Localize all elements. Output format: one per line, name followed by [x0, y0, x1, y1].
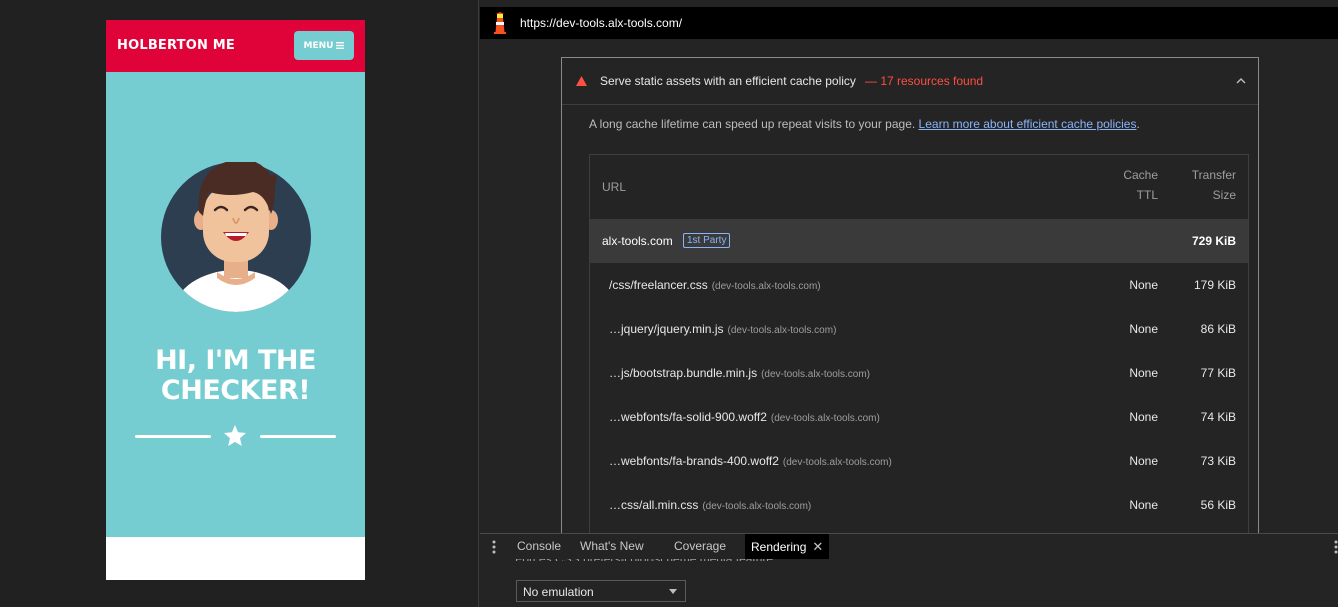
resource-url[interactable]: …webfonts/fa-solid-900.woff2 (dev-tools.a… [609, 410, 880, 424]
table-row[interactable]: /css/freelancer.css (dev-tools.alx-tools.… [590, 263, 1248, 307]
resource-cache-ttl: None [1129, 498, 1158, 512]
rendering-drawer-body: Forces CSS prefers-color-scheme media fe… [480, 553, 1338, 607]
divider-line-right [260, 435, 336, 438]
group-entity-name: alx-tools.com [602, 234, 673, 248]
resource-transfer-size: 73 KiB [1200, 454, 1236, 468]
audit-details-table: URL Cache TTL Transfer Size alx-tools.co… [589, 154, 1249, 544]
resource-transfer-size: 56 KiB [1200, 498, 1236, 512]
resource-url[interactable]: …js/bootstrap.bundle.min.js (dev-tools.al… [609, 366, 870, 380]
resource-cache-ttl: None [1129, 454, 1158, 468]
resource-origin: (dev-tools.alx-tools.com) [770, 413, 880, 424]
resource-path: /css/freelancer.css [609, 278, 708, 292]
tab-console[interactable]: Console [511, 534, 567, 559]
audit-description-end: . [1136, 117, 1140, 131]
resource-path: …jquery/jquery.min.js [609, 322, 724, 336]
site-navbar: HOLBERTON ME MENU [106, 20, 365, 72]
audit-description-text: A long cache lifetime can speed up repea… [589, 117, 916, 131]
menu-button[interactable]: MENU [294, 31, 354, 60]
resource-transfer-size: 86 KiB [1200, 322, 1236, 336]
select-value: No emulation [523, 585, 594, 599]
audit-title: Serve static assets with an efficient ca… [600, 74, 856, 88]
site-brand[interactable]: HOLBERTON ME [117, 38, 235, 53]
hero-title-line-2: CHECKER! [160, 375, 311, 406]
hero-title: HI, I'M THE CHECKER! [106, 346, 365, 406]
first-party-badge: 1st Party [683, 233, 731, 248]
menu-label: MENU [303, 40, 334, 51]
table-row[interactable]: …webfonts/fa-brands-400.woff2 (dev-tools.… [590, 439, 1248, 483]
table-row[interactable]: …js/bootstrap.bundle.min.js (dev-tools.al… [590, 351, 1248, 395]
resource-transfer-size: 74 KiB [1200, 410, 1236, 424]
audit-cache-policy: Serve static assets with an efficient ca… [561, 57, 1259, 544]
column-header-transfer-size: Transfer Size [1170, 165, 1236, 205]
audit-description: A long cache lifetime can speed up repea… [589, 117, 1140, 131]
tab-rendering[interactable]: Rendering ✕ [745, 534, 830, 559]
tab-rendering-label: Rendering [751, 540, 807, 554]
resource-cache-ttl: None [1129, 366, 1158, 380]
group-transfer-size: 729 KiB [1191, 234, 1236, 248]
divider-line-left [135, 435, 211, 438]
hamburger-icon [336, 42, 345, 49]
resource-origin: (dev-tools.alx-tools.com) [761, 369, 870, 380]
column-header-cache-ttl-line-2: TTL [1136, 188, 1158, 202]
resource-cache-ttl: None [1129, 410, 1158, 424]
tab-whats-new[interactable]: What's New [574, 534, 650, 559]
resource-url[interactable]: …webfonts/fa-brands-400.woff2 (dev-tools.… [609, 454, 892, 468]
column-header-url: URL [602, 180, 627, 194]
resource-url[interactable]: …css/all.min.css (dev-tools.alx-tools.com… [609, 498, 811, 512]
mobile-page-preview: HOLBERTON ME MENU HI, I'M THE CHECKER! [106, 20, 365, 580]
column-header-transfer-size-line-1: Transfer [1191, 168, 1236, 182]
color-scheme-select[interactable]: No emulation [516, 580, 686, 602]
resource-url[interactable]: /css/freelancer.css (dev-tools.alx-tools.… [609, 278, 821, 292]
avatar-illustration [161, 162, 311, 312]
resource-url[interactable]: …jquery/jquery.min.js (dev-tools.alx-tool… [609, 322, 836, 336]
column-header-cache-ttl: Cache TTL [1090, 165, 1158, 205]
lighthouse-url-bar: https://dev-tools.alx-tools.com/ [480, 7, 1338, 39]
resource-transfer-size: 179 KiB [1193, 278, 1236, 292]
resource-origin: (dev-tools.alx-tools.com) [702, 501, 812, 512]
column-header-transfer-size-line-2: Size [1212, 188, 1236, 202]
resource-origin: (dev-tools.alx-tools.com) [727, 325, 837, 336]
more-vertical-icon[interactable] [1334, 540, 1338, 554]
resource-origin: (dev-tools.alx-tools.com) [782, 457, 892, 468]
fail-triangle-icon [576, 76, 587, 86]
drawer-tab-bar: Console What's New Coverage Rendering ✕ [480, 533, 1338, 559]
learn-more-link[interactable]: Learn more about efficient cache policie… [919, 117, 1137, 131]
resource-path: …js/bootstrap.bundle.min.js [609, 366, 758, 380]
audit-display-value: — 17 resources found [865, 74, 984, 88]
audit-header[interactable]: Serve static assets with an efficient ca… [562, 58, 1258, 105]
tab-coverage[interactable]: Coverage [668, 534, 732, 559]
dropdown-arrow-icon [669, 589, 677, 594]
table-row[interactable]: …css/all.min.css (dev-tools.alx-tools.com… [590, 483, 1248, 527]
resource-cache-ttl: None [1129, 278, 1158, 292]
table-row[interactable]: …webfonts/fa-solid-900.woff2 (dev-tools.a… [590, 395, 1248, 439]
more-vertical-icon[interactable] [492, 540, 496, 554]
resource-path: …webfonts/fa-brands-400.woff2 [609, 454, 779, 468]
lighthouse-icon [494, 12, 506, 34]
resource-cache-ttl: None [1129, 322, 1158, 336]
hero-masthead: HI, I'M THE CHECKER! [106, 72, 365, 537]
resource-path: …css/all.min.css [609, 498, 699, 512]
page-url[interactable]: https://dev-tools.alx-tools.com/ [520, 16, 682, 30]
table-row[interactable]: …jquery/jquery.min.js (dev-tools.alx-tool… [590, 307, 1248, 351]
resource-path: …webfonts/fa-solid-900.woff2 [609, 410, 767, 424]
resource-transfer-size: 77 KiB [1200, 366, 1236, 380]
column-header-cache-ttl-line-1: Cache [1123, 168, 1158, 182]
chevron-up-icon[interactable] [1235, 76, 1247, 86]
hero-title-line-1: HI, I'M THE [155, 345, 316, 376]
device-viewport: HOLBERTON ME MENU HI, I'M THE CHECKER! [0, 0, 478, 607]
resource-origin: (dev-tools.alx-tools.com) [711, 281, 821, 292]
star-icon [224, 425, 246, 446]
devtools-panel: https://dev-tools.alx-tools.com/ Serve s… [478, 0, 1338, 607]
close-icon[interactable]: ✕ [812, 539, 823, 554]
table-group-row: alx-tools.com 1st Party 729 KiB [590, 219, 1248, 263]
